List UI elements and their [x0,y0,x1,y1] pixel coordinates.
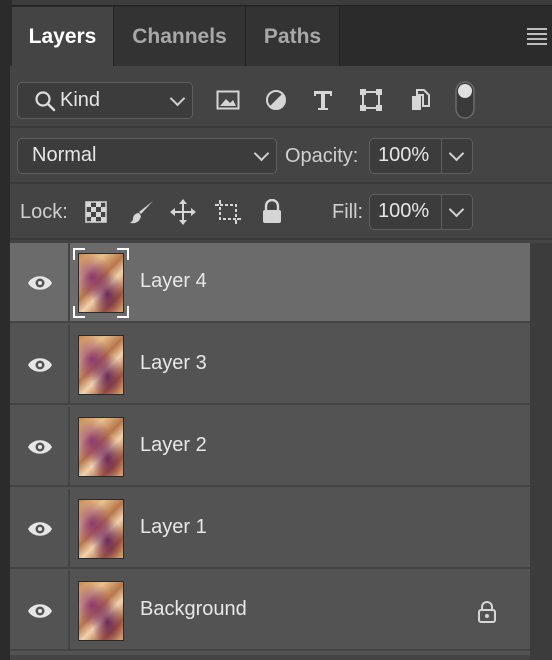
lock-transparent-pixels-icon[interactable] [84,200,108,224]
opacity-value: 100% [378,144,430,166]
layer-name: Layer 3 [140,352,207,374]
image-filter-icon[interactable] [215,87,241,113]
lock-artboard-icon[interactable] [213,198,243,226]
shape-filter-icon[interactable] [358,87,384,113]
layer-thumbnail[interactable] [78,499,124,559]
layer-row[interactable]: Layer 4 [10,243,530,323]
opacity-label: Opacity: [285,145,359,167]
selection-corner [117,248,129,260]
lock-icon[interactable] [477,600,497,629]
filter-toggle-icon[interactable] [454,80,476,120]
separator [10,126,552,128]
visibility-column [10,243,70,323]
layer-name: Layer 1 [140,516,207,538]
layer-name: Background [140,598,247,620]
selection-corner [73,306,85,318]
layer-row[interactable]: Layer 1 [10,489,530,569]
layer-name: Layer 2 [140,434,207,456]
layers-scrollbar[interactable] [530,243,552,660]
visibility-column [10,325,70,405]
tab-paths[interactable]: Paths [246,7,340,66]
lock-position-icon[interactable] [169,198,197,226]
selection-corner [73,248,85,260]
layer-row[interactable]: Background [10,571,530,651]
tab-channels[interactable]: Channels [114,7,246,66]
layer-thumbnail[interactable] [73,248,129,318]
separator [10,238,552,240]
lock-all-icon[interactable] [260,198,284,226]
search-icon [33,89,57,113]
layer-row[interactable]: Layer 2 [10,407,530,487]
smart-object-filter-icon[interactable] [407,87,433,113]
eye-icon[interactable] [26,355,54,380]
eye-icon[interactable] [26,519,54,544]
selection-corner [117,306,129,318]
adjustment-filter-icon[interactable] [263,87,289,113]
lock-label: Lock: [20,201,68,223]
panel-top-edge [12,0,552,6]
blend-mode-value: Normal [32,144,97,166]
layer-name: Layer 4 [140,270,207,292]
panel-tab-bar: Layers Channels Paths [0,0,552,66]
fill-value: 100% [378,200,430,222]
layer-thumbnail[interactable] [78,335,124,395]
visibility-column [10,571,70,651]
lock-image-pixels-icon[interactable] [128,198,156,226]
layer-thumbnail[interactable] [78,581,124,641]
eye-icon[interactable] [26,273,54,298]
fill-label: Fill: [332,201,364,223]
filter-kind-label: Kind [60,89,101,111]
separator [441,195,442,229]
separator [441,139,442,173]
type-filter-icon[interactable] [310,87,336,113]
tab-layers[interactable]: Layers [12,7,114,66]
layers-list: Layer 4 Layer 3 Layer 2 Layer 1 Backgrou… [10,243,530,655]
visibility-column [10,489,70,569]
separator [10,182,552,184]
layer-row[interactable]: Layer 3 [10,325,530,405]
layer-thumbnail[interactable] [78,417,124,477]
eye-icon[interactable] [26,437,54,462]
panel-left-edge [0,66,10,660]
visibility-column [10,407,70,487]
panel-menu-icon[interactable] [522,7,552,66]
eye-icon[interactable] [26,601,54,626]
panel-bottom-edge [10,655,530,660]
